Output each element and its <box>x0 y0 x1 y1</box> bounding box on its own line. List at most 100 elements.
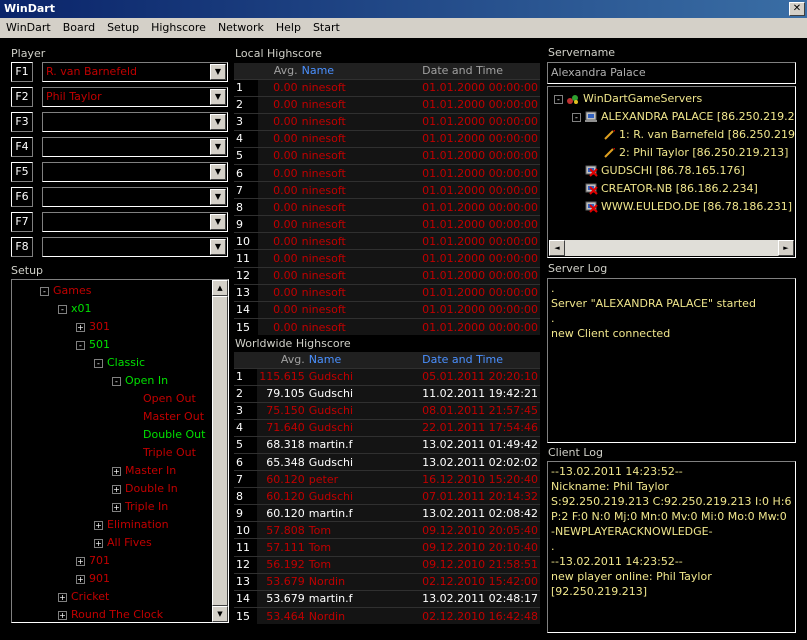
table-row[interactable]: 5 0.00 ninesoft 01.01.2000 00:00:00 <box>234 146 540 165</box>
dropdown-arrow-icon[interactable]: ▼ <box>210 214 226 230</box>
dropdown-arrow-icon[interactable]: ▼ <box>210 139 226 155</box>
dropdown-arrow-icon[interactable]: ▼ <box>210 164 226 180</box>
table-row[interactable]: 11 0.00 ninesoft 01.01.2000 00:00:00 <box>234 249 540 268</box>
header-date[interactable]: Date and Time <box>420 63 540 79</box>
menu-windart[interactable]: WinDart <box>0 18 57 38</box>
tree-node[interactable]: Open Out <box>143 392 196 406</box>
player-key-button[interactable]: F5 <box>11 162 33 182</box>
expand-icon[interactable]: + <box>94 539 103 548</box>
table-row[interactable]: 9 60.120 martin.f 13.02.2011 02:08:42 <box>234 504 540 522</box>
table-row[interactable]: 7 60.120 peter 16.12.2010 15:20:40 <box>234 470 540 488</box>
player-name-select[interactable]: ▼ <box>42 187 228 207</box>
expand-icon[interactable]: + <box>76 557 85 566</box>
menu-setup[interactable]: Setup <box>101 18 145 38</box>
tree-node[interactable]: 701 <box>89 554 110 568</box>
menu-start[interactable]: Start <box>307 18 346 38</box>
tree-node[interactable]: Master In <box>125 464 176 478</box>
table-row[interactable]: 10 0.00 ninesoft 01.01.2000 00:00:00 <box>234 232 540 250</box>
server-tree-node[interactable]: 1: R. van Barnefeld [86.250.219.213] <box>602 128 795 142</box>
player-key-button[interactable]: F8 <box>11 237 33 257</box>
server-tree-node[interactable]: CREATOR-NB [86.186.2.234] <box>584 182 758 196</box>
collapse-icon[interactable]: - <box>554 95 563 104</box>
table-row[interactable]: 4 0.00 ninesoft 01.01.2000 00:00:00 <box>234 129 540 148</box>
tree-node[interactable]: Classic <box>107 356 145 370</box>
header-rank[interactable] <box>234 352 258 368</box>
table-row[interactable]: 15 0.00 ninesoft 01.01.2000 00:00:00 <box>234 317 540 336</box>
tree-node[interactable]: Games <box>53 284 91 298</box>
dropdown-arrow-icon[interactable]: ▼ <box>210 189 226 205</box>
server-tree-node[interactable]: WinDartGameServers <box>566 92 702 106</box>
table-row[interactable]: 11 57.111 Tom 09.12.2010 20:10:40 <box>234 538 540 557</box>
collapse-icon[interactable]: - <box>58 305 67 314</box>
close-button[interactable]: ✕ <box>789 2 805 16</box>
table-row[interactable]: 2 79.105 Gudschi 11.02.2011 19:42:21 <box>234 384 540 403</box>
server-tree-node[interactable]: ALEXANDRA PALACE [86.250.219.213] <box>584 110 795 124</box>
collapse-icon[interactable]: - <box>112 377 121 386</box>
server-tree[interactable]: - WinDartGameServers - ALEXANDRA PALACE [86… <box>547 86 796 258</box>
server-tree-hscrollbar[interactable]: ◄ ► <box>549 240 794 256</box>
tree-node[interactable]: Round The Clock <box>71 608 163 622</box>
tree-node[interactable]: x01 <box>71 302 92 316</box>
table-row[interactable]: 9 0.00 ninesoft 01.01.2000 00:00:00 <box>234 215 540 233</box>
setup-tree[interactable]: - Games - x01 +301-501- Classic - Open In Open O… <box>11 279 229 623</box>
tree-node[interactable]: Triple In <box>125 500 168 514</box>
table-row[interactable]: 3 0.00 ninesoft 01.01.2000 00:00:00 <box>234 112 540 131</box>
server-tree-node[interactable]: WWW.EULEDO.DE [86.78.186.231] <box>584 200 792 214</box>
scroll-left-arrow-icon[interactable]: ◄ <box>549 240 565 256</box>
player-key-button[interactable]: F4 <box>11 137 33 157</box>
table-row[interactable]: 14 0.00 ninesoft 01.01.2000 00:00:00 <box>234 300 540 319</box>
expand-icon[interactable]: + <box>94 521 103 530</box>
setup-tree-scrollbar[interactable]: ▲ ▼ <box>212 280 228 622</box>
player-key-button[interactable]: F6 <box>11 187 33 207</box>
tree-node[interactable]: 901 <box>89 572 110 586</box>
table-row[interactable]: 3 75.150 Gudschi 08.01.2011 21:57:45 <box>234 401 540 420</box>
expand-icon[interactable]: + <box>58 611 67 620</box>
header-date[interactable]: Date and Time <box>420 352 540 368</box>
expand-icon[interactable]: + <box>112 503 121 512</box>
table-row[interactable]: 8 0.00 ninesoft 01.01.2000 00:00:00 <box>234 198 540 216</box>
expand-icon[interactable]: + <box>76 575 85 584</box>
header-avg[interactable]: Avg. <box>257 63 300 79</box>
table-row[interactable]: 12 0.00 ninesoft 01.01.2000 00:00:00 <box>234 266 540 285</box>
scroll-down-arrow-icon[interactable]: ▼ <box>212 606 228 622</box>
scroll-thumb[interactable] <box>212 296 228 606</box>
dropdown-arrow-icon[interactable]: ▼ <box>210 239 226 255</box>
player-name-select[interactable]: ▼ <box>42 137 228 157</box>
collapse-icon[interactable]: - <box>40 287 49 296</box>
table-row[interactable]: 14 53.679 martin.f 13.02.2011 02:48:17 <box>234 589 540 608</box>
header-name[interactable]: Name <box>299 63 421 79</box>
table-row[interactable]: 12 56.192 Tom 09.12.2010 21:58:51 <box>234 555 540 574</box>
servername-input[interactable]: Alexandra Palace <box>547 62 796 84</box>
table-row[interactable]: 13 53.679 Nordin 02.12.2010 15:42:00 <box>234 572 540 591</box>
expand-icon[interactable]: + <box>76 323 85 332</box>
tree-node[interactable]: All Fives <box>107 536 152 550</box>
table-row[interactable]: 2 0.00 ninesoft 01.01.2000 00:00:00 <box>234 95 540 114</box>
dropdown-arrow-icon[interactable]: ▼ <box>210 89 226 105</box>
player-key-button[interactable]: F3 <box>11 112 33 132</box>
table-row[interactable]: 7 0.00 ninesoft 01.01.2000 00:00:00 <box>234 181 540 199</box>
table-row[interactable]: 5 68.318 martin.f 13.02.2011 01:49:42 <box>234 435 540 454</box>
player-name-select[interactable]: ▼ <box>42 162 228 182</box>
scroll-up-arrow-icon[interactable]: ▲ <box>212 280 228 296</box>
expand-icon[interactable]: + <box>112 485 121 494</box>
player-name-select[interactable]: ▼ <box>42 212 228 232</box>
table-row[interactable]: 4 71.640 Gudschi 22.01.2011 17:54:46 <box>234 418 540 437</box>
table-row[interactable]: 6 65.348 Gudschi 13.02.2011 02:02:02 <box>234 452 540 471</box>
dropdown-arrow-icon[interactable]: ▼ <box>210 114 226 130</box>
tree-node[interactable]: Elimination <box>107 518 169 532</box>
server-log-box[interactable]: . Server "ALEXANDRA PALACE" started. new C… <box>547 278 796 443</box>
client-log-box[interactable]: --13.02.2011 14:23:52-- Nickname: Phil Ta… <box>547 461 796 633</box>
collapse-icon[interactable]: - <box>572 113 581 122</box>
player-name-select[interactable]: R. van Barnefeld ▼ <box>42 62 228 82</box>
menu-network[interactable]: Network <box>212 18 270 38</box>
player-key-button[interactable]: F7 <box>11 212 33 232</box>
server-tree-node[interactable]: GUDSCHI [86.78.165.176] <box>584 164 745 178</box>
header-avg[interactable]: Avg. <box>257 352 307 368</box>
table-row[interactable]: 1 0.00 ninesoft 01.01.2000 00:00:00 <box>234 78 540 97</box>
menu-board[interactable]: Board <box>57 18 101 38</box>
expand-icon[interactable]: + <box>58 593 67 602</box>
tree-node[interactable]: Cricket <box>71 590 109 604</box>
header-rank[interactable] <box>234 63 258 79</box>
player-name-select[interactable]: ▼ <box>42 112 228 132</box>
table-row[interactable]: 15 53.464 Nordin 02.12.2010 16:42:48 <box>234 606 540 625</box>
